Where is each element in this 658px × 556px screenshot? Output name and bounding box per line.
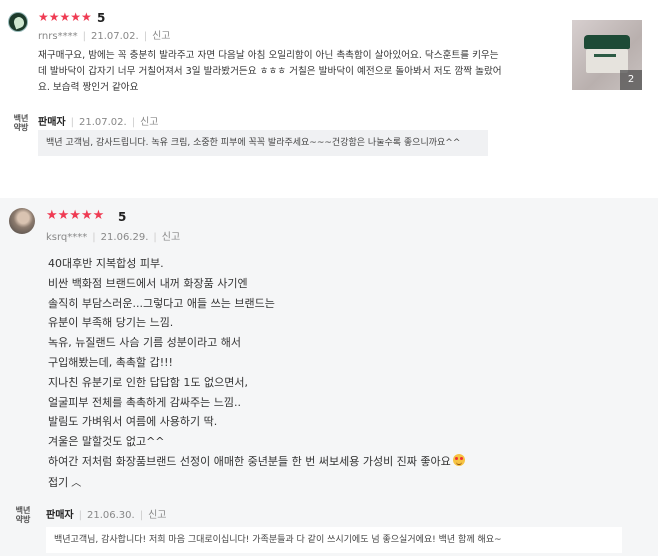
seller-reply: 백년고객님, 감사합니다! 저희 마음 그대로이십니다! 가족분들과 다 같이 …: [46, 527, 622, 553]
user-avatar[interactable]: [8, 12, 28, 32]
review-photo-thumbnail[interactable]: 2: [572, 20, 642, 90]
seller-reply-date: 21.07.02.: [78, 117, 127, 128]
review-meta: rnrs**** | 21.07.02. | 신고: [38, 27, 170, 42]
review-body: 40대후반 지복합성 피부. 비싼 백화점 브랜드에서 내꺼 화장품 사기엔 솔…: [48, 254, 628, 472]
collapse-button[interactable]: 접기 ︿: [48, 474, 81, 490]
review-line: 재구매구요, 밤에는 꼭 충분히 발라주고 자면 다음날 아침 오일리함이 아닌…: [38, 50, 499, 61]
seller-label: 판매자: [46, 510, 74, 521]
divider: |: [78, 510, 82, 521]
report-link[interactable]: 신고: [148, 510, 166, 521]
review-line: 겨울은 말할것도 없고^^: [48, 435, 165, 449]
report-link[interactable]: 신고: [162, 232, 180, 243]
reviewer-id: rnrs****: [38, 31, 78, 42]
review-line: 구입해봤는데, 촉촉할 갑!!!: [48, 355, 173, 369]
review-line: 40대후반 지복합성 피부.: [48, 257, 164, 270]
heart-eyes-emoji-icon: [452, 453, 465, 466]
seller-label: 판매자: [38, 117, 66, 128]
divider: |: [139, 510, 144, 521]
review-date: 21.06.29.: [100, 232, 149, 243]
chevron-up-icon: ︿: [71, 478, 82, 489]
divider: |: [82, 31, 86, 42]
star-rating: ★★★★★: [38, 10, 92, 24]
seller-reply-date: 21.06.30.: [86, 510, 135, 521]
seller-logo: 백년 약방: [13, 114, 29, 132]
divider: |: [153, 232, 157, 243]
review-line-last: 하여간 저처럼 화장품브랜드 선정이 애매한 중년분들 한 번 써보세용 가성비…: [48, 452, 628, 472]
review-line: 얼굴피부 전체를 촉촉하게 감싸주는 느낌..: [48, 395, 242, 409]
user-avatar[interactable]: [9, 208, 35, 234]
review-line: 솔직히 부담스러운...그렇다고 애들 쓰는 브랜드는: [48, 296, 275, 310]
leaf-icon: [12, 15, 26, 30]
review-line: 비싼 백화점 브랜드에서 내꺼 화장품 사기엔: [48, 276, 248, 290]
report-link[interactable]: 신고: [152, 31, 170, 42]
review-line: 유분이 부족해 당기는 느낌.: [48, 316, 174, 330]
photo-count-badge: 2: [620, 70, 642, 90]
review-card: ★★★★★ 5 rnrs**** | 21.07.02. | 신고 재구매구요, 밤에는…: [0, 0, 658, 190]
review-date: 21.07.02.: [90, 31, 139, 42]
divider: |: [131, 117, 136, 128]
review-line: 데 발바닥이 갑자기 너무 거칠어져서 3일 발라봤거든요 ㅎㅎㅎ 거칠은 발바…: [38, 66, 502, 77]
review-line: 발림도 가벼워서 여름에 사용하기 딱.: [48, 415, 218, 429]
star-rating: ★★★★★: [46, 208, 105, 223]
rating-score: 5: [97, 11, 106, 25]
review-line: 지나친 유분기로 인한 답답함 1도 없으면서,: [48, 375, 249, 389]
review-meta: ksrq**** | 21.06.29. | 신고: [46, 228, 180, 243]
review-body: 재구매구요, 밤에는 꼭 충분히 발라주고 자면 다음날 아침 오일리함이 아닌…: [38, 48, 558, 96]
divider: |: [143, 31, 148, 42]
divider: |: [92, 232, 96, 243]
rating-score: 5: [118, 210, 127, 224]
review-line: 요. 보습력 짱인거 같아요: [38, 82, 139, 93]
report-link[interactable]: 신고: [140, 117, 158, 128]
cream-jar-image: [584, 35, 630, 75]
reviewer-id: ksrq****: [46, 232, 88, 243]
review-line: 녹유, 뉴질랜드 사슴 기름 성분이라고 해서: [48, 336, 242, 350]
seller-meta: 판매자 | 21.06.30. | 신고: [46, 506, 166, 521]
seller-meta: 판매자 | 21.07.02. | 신고: [38, 113, 158, 128]
seller-logo: 백년 약방: [15, 506, 31, 524]
collapse-label: 접기: [48, 476, 69, 489]
seller-reply: 백년 고객님, 감사드립니다. 녹유 크림, 소중한 피부에 꼭꼭 발라주세요~…: [38, 130, 488, 156]
divider: |: [70, 117, 74, 128]
